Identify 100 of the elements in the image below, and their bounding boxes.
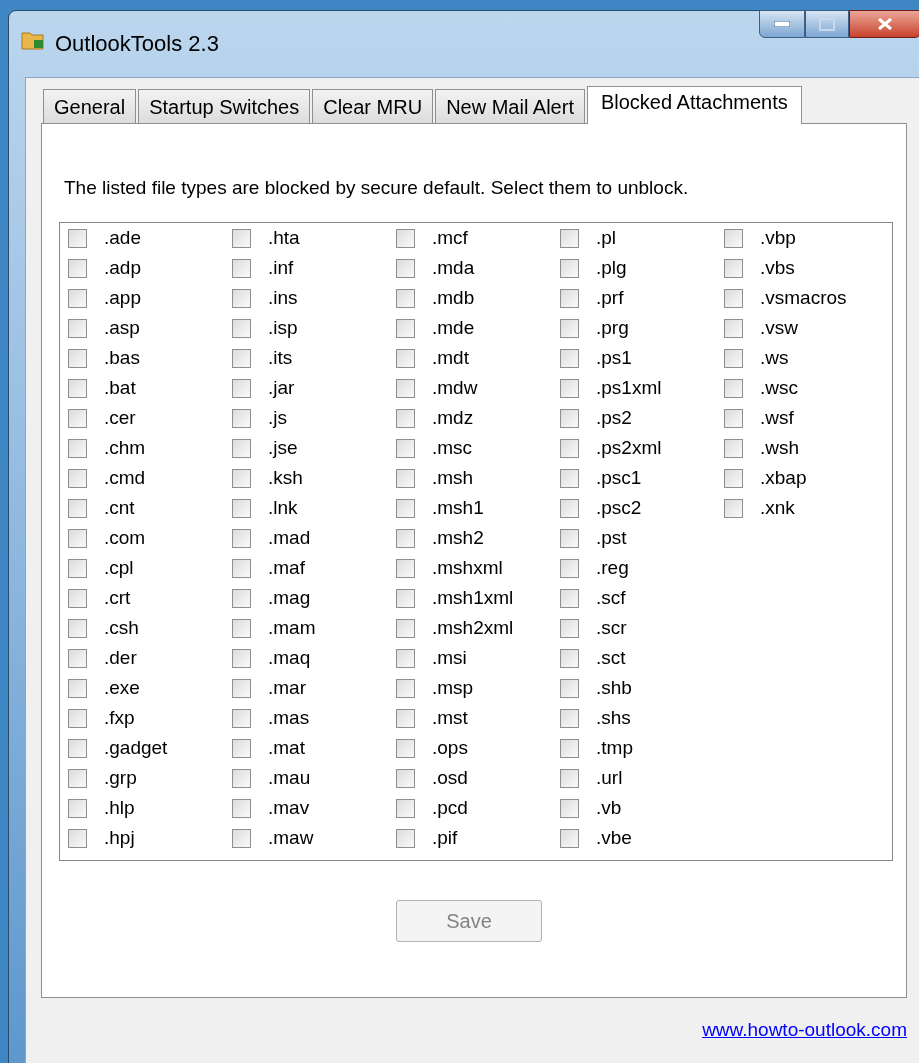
checkbox[interactable] xyxy=(560,439,579,458)
checkbox[interactable] xyxy=(68,499,87,518)
checkbox[interactable] xyxy=(396,409,415,428)
checkbox[interactable] xyxy=(68,319,87,338)
checkbox[interactable] xyxy=(68,619,87,638)
checkbox[interactable] xyxy=(396,709,415,728)
checkbox[interactable] xyxy=(396,289,415,308)
checkbox[interactable] xyxy=(232,649,251,668)
checkbox[interactable] xyxy=(560,229,579,248)
checkbox[interactable] xyxy=(724,469,743,488)
checkbox[interactable] xyxy=(560,469,579,488)
checkbox[interactable] xyxy=(396,679,415,698)
checkbox[interactable] xyxy=(396,769,415,788)
checkbox[interactable] xyxy=(68,469,87,488)
checkbox[interactable] xyxy=(724,379,743,398)
checkbox[interactable] xyxy=(560,589,579,608)
checkbox[interactable] xyxy=(396,499,415,518)
checkbox[interactable] xyxy=(232,709,251,728)
checkbox[interactable] xyxy=(232,769,251,788)
checkbox[interactable] xyxy=(724,439,743,458)
checkbox[interactable] xyxy=(232,259,251,278)
checkbox[interactable] xyxy=(560,829,579,848)
checkbox[interactable] xyxy=(560,649,579,668)
checkbox[interactable] xyxy=(724,349,743,368)
checkbox[interactable] xyxy=(232,589,251,608)
checkbox[interactable] xyxy=(396,379,415,398)
checkbox[interactable] xyxy=(68,439,87,458)
tab[interactable]: New Mail Alert xyxy=(435,89,585,123)
checkbox[interactable] xyxy=(560,619,579,638)
checkbox[interactable] xyxy=(560,319,579,338)
maximize-button[interactable] xyxy=(805,10,849,38)
checkbox[interactable] xyxy=(232,559,251,578)
checkbox[interactable] xyxy=(68,649,87,668)
checkbox[interactable] xyxy=(560,739,579,758)
checkbox[interactable] xyxy=(232,679,251,698)
checkbox[interactable] xyxy=(68,799,87,818)
checkbox[interactable] xyxy=(396,469,415,488)
checkbox[interactable] xyxy=(560,409,579,428)
checkbox[interactable] xyxy=(724,289,743,308)
checkbox[interactable] xyxy=(560,709,579,728)
checkbox[interactable] xyxy=(232,499,251,518)
checkbox[interactable] xyxy=(560,559,579,578)
checkbox[interactable] xyxy=(232,379,251,398)
checkbox[interactable] xyxy=(68,679,87,698)
checkbox[interactable] xyxy=(232,319,251,338)
checkbox[interactable] xyxy=(232,619,251,638)
checkbox[interactable] xyxy=(68,349,87,368)
checkbox[interactable] xyxy=(232,469,251,488)
checkbox[interactable] xyxy=(396,349,415,368)
checkbox[interactable] xyxy=(560,289,579,308)
checkbox[interactable] xyxy=(232,799,251,818)
checkbox[interactable] xyxy=(724,229,743,248)
checkbox[interactable] xyxy=(396,259,415,278)
checkbox[interactable] xyxy=(68,409,87,428)
checkbox[interactable] xyxy=(232,409,251,428)
tab[interactable]: General xyxy=(43,89,137,123)
checkbox[interactable] xyxy=(560,679,579,698)
checkbox[interactable] xyxy=(724,409,743,428)
checkbox[interactable] xyxy=(396,529,415,548)
checkbox[interactable] xyxy=(396,589,415,608)
checkbox[interactable] xyxy=(724,259,743,278)
checkbox[interactable] xyxy=(68,709,87,728)
minimize-button[interactable] xyxy=(759,10,805,38)
checkbox[interactable] xyxy=(232,739,251,758)
checkbox[interactable] xyxy=(560,769,579,788)
checkbox[interactable] xyxy=(396,619,415,638)
close-button[interactable] xyxy=(849,10,919,38)
checkbox[interactable] xyxy=(560,529,579,548)
checkbox[interactable] xyxy=(232,829,251,848)
tab[interactable]: Blocked Attachments xyxy=(586,86,802,124)
checkbox[interactable] xyxy=(68,739,87,758)
checkbox[interactable] xyxy=(68,529,87,548)
checkbox[interactable] xyxy=(396,439,415,458)
checkbox[interactable] xyxy=(68,589,87,608)
checkbox[interactable] xyxy=(396,319,415,338)
checkbox[interactable] xyxy=(724,499,743,518)
checkbox[interactable] xyxy=(68,379,87,398)
checkbox[interactable] xyxy=(560,379,579,398)
checkbox[interactable] xyxy=(232,349,251,368)
tab[interactable]: Clear MRU xyxy=(312,89,434,123)
checkbox[interactable] xyxy=(396,559,415,578)
checkbox[interactable] xyxy=(396,739,415,758)
checkbox[interactable] xyxy=(232,289,251,308)
checkbox[interactable] xyxy=(68,289,87,308)
checkbox[interactable] xyxy=(560,799,579,818)
checkbox[interactable] xyxy=(396,799,415,818)
checkbox[interactable] xyxy=(232,439,251,458)
website-link[interactable]: www.howto-outlook.com xyxy=(702,1016,907,1045)
checkbox[interactable] xyxy=(560,499,579,518)
checkbox[interactable] xyxy=(232,229,251,248)
checkbox[interactable] xyxy=(68,559,87,578)
checkbox[interactable] xyxy=(232,529,251,548)
checkbox[interactable] xyxy=(396,229,415,248)
checkbox[interactable] xyxy=(68,229,87,248)
checkbox[interactable] xyxy=(68,829,87,848)
checkbox[interactable] xyxy=(396,829,415,848)
checkbox[interactable] xyxy=(68,769,87,788)
checkbox[interactable] xyxy=(724,319,743,338)
checkbox[interactable] xyxy=(68,259,87,278)
checkbox[interactable] xyxy=(560,349,579,368)
